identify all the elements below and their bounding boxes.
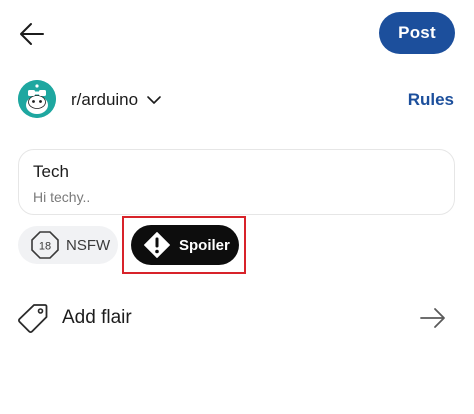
back-button[interactable]	[14, 16, 50, 52]
nsfw-18-icon: 18	[31, 231, 59, 259]
post-editor-card: Tech Hi techy..	[18, 149, 455, 215]
nsfw-tag-button[interactable]: 18 NSFW	[18, 226, 118, 264]
add-flair-label: Add flair	[62, 307, 132, 328]
arrow-left-icon	[20, 23, 44, 45]
post-button[interactable]: Post	[379, 12, 455, 54]
post-title-field[interactable]: Tech	[33, 162, 69, 182]
exclamation-diamond-icon	[144, 232, 170, 258]
tag-icon	[18, 304, 48, 333]
nsfw-label: NSFW	[66, 236, 111, 254]
post-body-field[interactable]: Hi techy..	[33, 189, 90, 205]
community-name: r/arduino	[71, 90, 139, 109]
create-post-screen: Post r/arduino Rules Tech Hi techy.. 18	[0, 0, 474, 414]
arrow-right-icon	[420, 308, 445, 328]
chevron-down-icon	[147, 96, 161, 104]
snoo-avatar-icon	[18, 80, 56, 118]
spoiler-tag-button[interactable]: Spoiler	[131, 225, 239, 265]
add-flair-row[interactable]: Add flair	[0, 296, 474, 340]
community-selector[interactable]: r/arduino	[71, 86, 162, 114]
community-avatar[interactable]	[18, 80, 56, 118]
spoiler-label: Spoiler	[179, 236, 230, 254]
svg-text:18: 18	[39, 241, 51, 253]
rules-link[interactable]: Rules	[408, 90, 454, 110]
